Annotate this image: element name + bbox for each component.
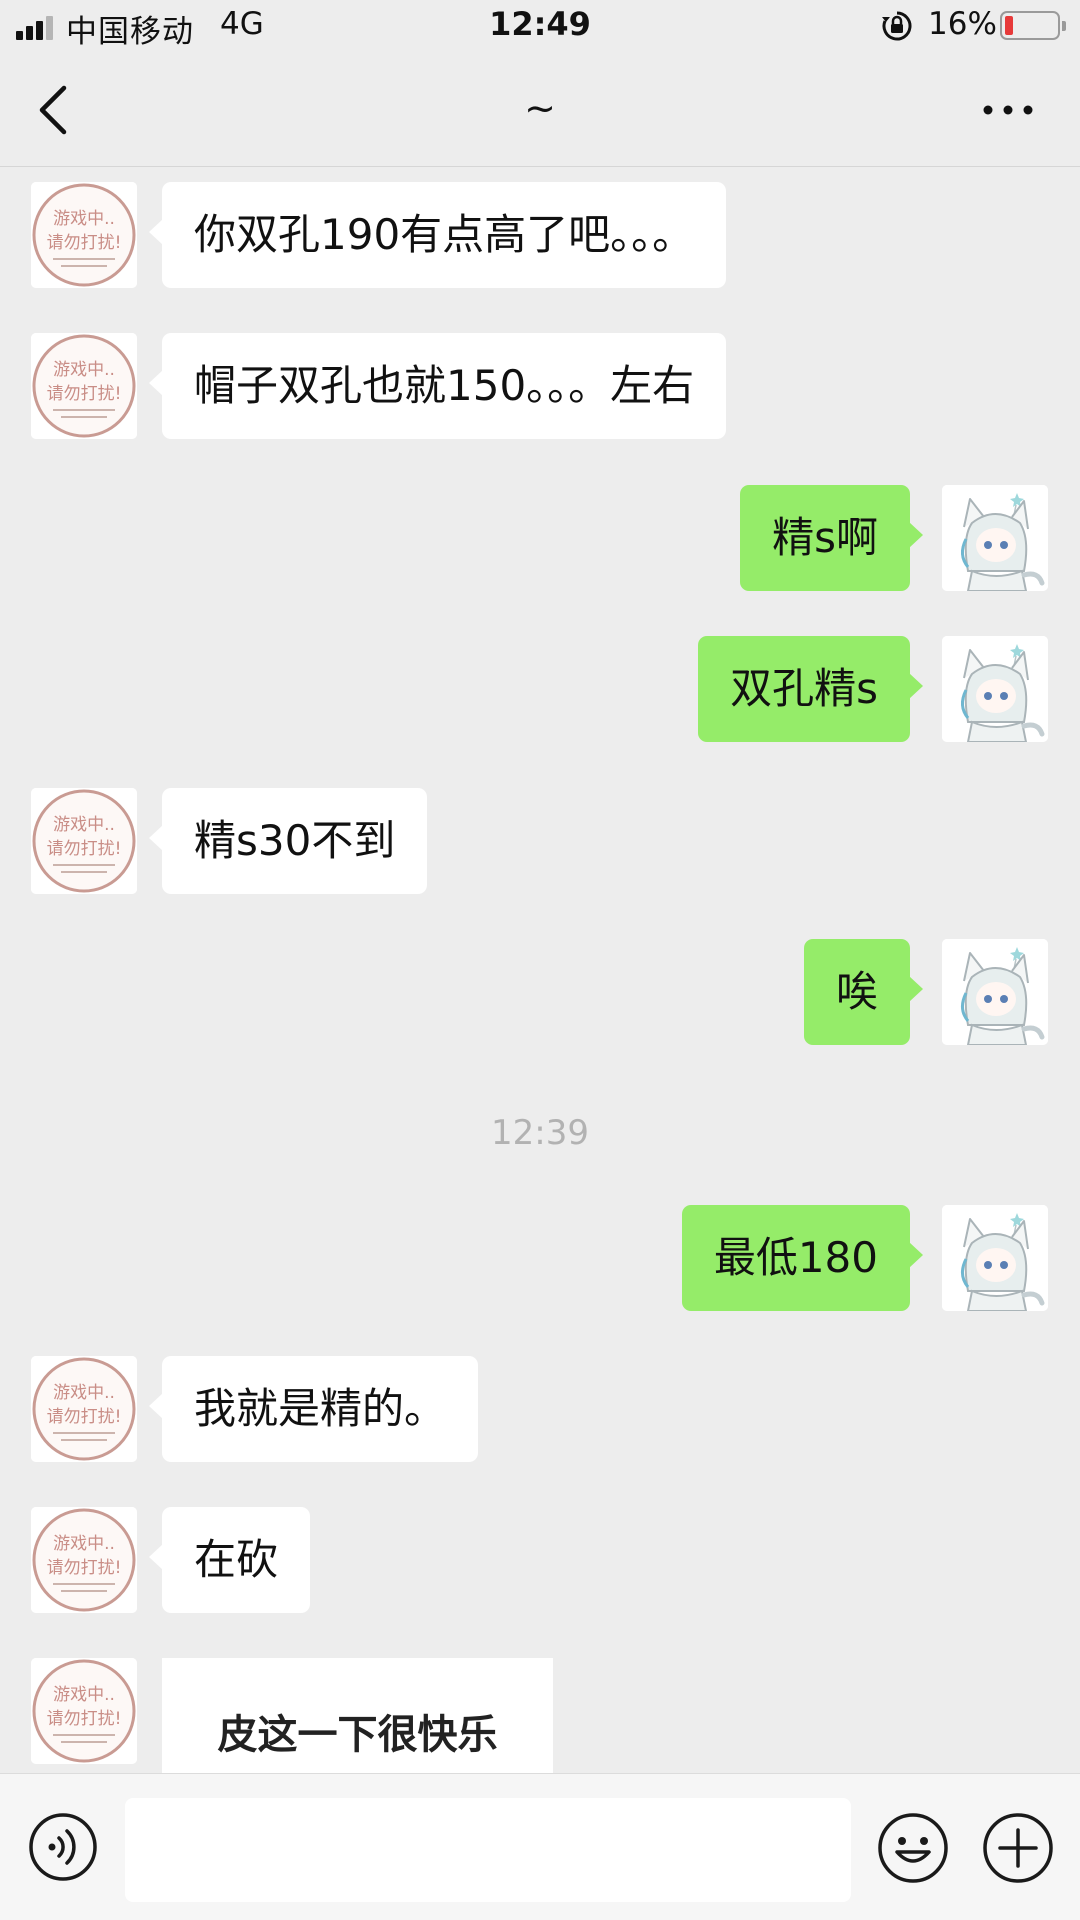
rotation-lock-icon: [882, 11, 912, 41]
nav-bar: ~: [0, 52, 1080, 167]
contact-avatar[interactable]: 游戏中.. 请勿打扰!: [31, 788, 137, 894]
message-bubble[interactable]: 双孔精s: [698, 636, 923, 742]
contact-avatar[interactable]: 游戏中.. 请勿打扰!: [31, 182, 137, 288]
avatar-status-text: 请勿打扰!: [47, 1709, 122, 1729]
sticker-image[interactable]: 皮这一下很快乐: [162, 1658, 553, 1773]
avatar-status-text: 请勿打扰!: [47, 384, 122, 404]
contact-avatar[interactable]: 游戏中.. 请勿打扰!: [31, 1356, 137, 1462]
avatar-status-text: 请勿打扰!: [47, 1407, 122, 1427]
avatar-status-text: 游戏中..: [53, 209, 115, 229]
status-bar: 中国移动 4G 12:49 16%: [0, 0, 1080, 52]
avatar-status-text: 游戏中..: [53, 360, 115, 380]
received-message: 游戏中.. 请勿打扰! 帽子双孔也就150。。。左右: [0, 333, 1080, 439]
message-bubble[interactable]: 精s啊: [740, 485, 923, 591]
message-bubble[interactable]: 我就是精的。: [148, 1356, 479, 1462]
avatar-status-text: 游戏中..: [53, 815, 115, 835]
contact-avatar[interactable]: 游戏中.. 请勿打扰!: [31, 333, 137, 439]
my-avatar[interactable]: [942, 1205, 1048, 1311]
status-time: 12:49: [489, 5, 591, 43]
sent-message: 精s啊: [0, 485, 1080, 591]
sent-message: 唉: [0, 939, 1080, 1045]
avatar-status-text: 游戏中..: [53, 1383, 115, 1403]
chat-screen: 中国移动 4G 12:49 16% ~ 游戏中.. 请勿打扰! 你双孔190有点高了…: [0, 0, 1080, 1920]
contact-avatar[interactable]: 游戏中.. 请勿打扰!: [31, 1658, 137, 1764]
voice-icon[interactable]: [28, 1812, 98, 1882]
my-avatar[interactable]: [942, 939, 1048, 1045]
avatar-status-text: 游戏中..: [53, 1534, 115, 1554]
my-avatar[interactable]: [942, 485, 1048, 591]
avatar-status-text: 请勿打扰!: [47, 233, 122, 253]
received-message: 游戏中.. 请勿打扰! 精s30不到: [0, 788, 1080, 894]
message-bubble[interactable]: 在砍: [148, 1507, 311, 1613]
input-bar: [0, 1773, 1080, 1920]
sticker-caption: 皮这一下很快乐: [217, 1712, 498, 1758]
chat-title: ~: [524, 86, 556, 130]
sent-message: 最低180: [0, 1205, 1080, 1311]
message-timestamp: 12:39: [491, 1113, 589, 1153]
message-input[interactable]: [125, 1798, 851, 1902]
contact-avatar[interactable]: 游戏中.. 请勿打扰!: [31, 1507, 137, 1613]
message-bubble[interactable]: 最低180: [681, 1205, 924, 1311]
plus-icon[interactable]: [982, 1812, 1054, 1884]
message-bubble[interactable]: 唉: [803, 939, 924, 1045]
sent-message: 双孔精s: [0, 636, 1080, 742]
avatar-status-text: 请勿打扰!: [47, 839, 122, 859]
avatar-status-text: 游戏中..: [53, 1685, 115, 1705]
more-dots-icon[interactable]: [980, 100, 1036, 120]
message-bubble[interactable]: 精s30不到: [148, 788, 428, 894]
battery-percent: 16%: [928, 6, 997, 42]
battery-icon: [1000, 11, 1066, 40]
battery-level: [1005, 16, 1013, 35]
my-avatar[interactable]: [942, 636, 1048, 742]
emoji-icon[interactable]: [877, 1812, 949, 1884]
received-message: 游戏中.. 请勿打扰! 我就是精的。: [0, 1356, 1080, 1462]
avatar-status-text: 请勿打扰!: [47, 1558, 122, 1578]
message-bubble[interactable]: 你双孔190有点高了吧。。。: [148, 182, 727, 288]
received-message: 游戏中.. 请勿打扰! 皮这一下很快乐: [0, 1658, 1080, 1773]
message-bubble[interactable]: 帽子双孔也就150。。。左右: [148, 333, 727, 439]
received-message: 游戏中.. 请勿打扰! 你双孔190有点高了吧。。。: [0, 182, 1080, 288]
message-list[interactable]: 游戏中.. 请勿打扰! 你双孔190有点高了吧。。。 游戏中.. 请勿打扰! 帽子双孔也就…: [0, 168, 1080, 1773]
received-message: 游戏中.. 请勿打扰! 在砍: [0, 1507, 1080, 1613]
